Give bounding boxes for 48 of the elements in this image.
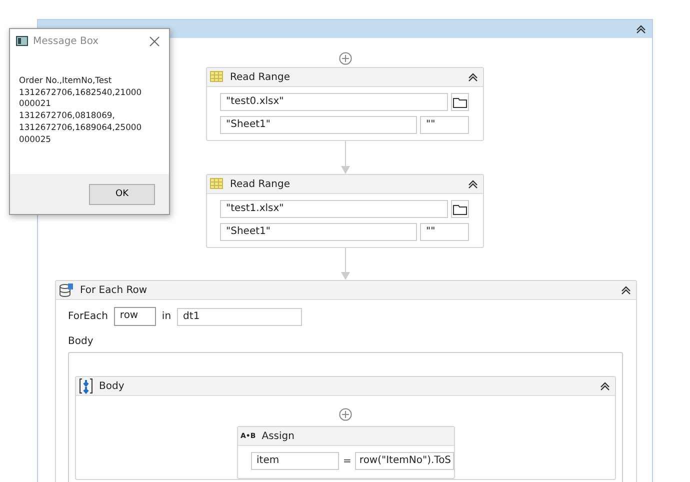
browse-button[interactable] xyxy=(451,200,469,218)
activity-card[interactable]: Read Range "test0.xlsx" "Sheet1" "" xyxy=(206,67,484,141)
activity-title: Read Range xyxy=(230,72,290,82)
add-icon[interactable] xyxy=(338,52,352,65)
input-field[interactable]: "test1.xlsx" xyxy=(220,200,448,218)
message-text: 1312672706,1689064,25000 xyxy=(19,122,143,134)
collapse-icon[interactable] xyxy=(468,180,478,188)
folder-icon xyxy=(453,96,467,108)
browse-button[interactable] xyxy=(451,93,469,111)
input-field[interactable]: item xyxy=(250,452,340,470)
collapse-icon[interactable] xyxy=(636,24,646,34)
folder-icon xyxy=(453,204,467,214)
add-icon[interactable] xyxy=(339,408,352,421)
activity-title: Read Range xyxy=(230,178,290,190)
message-text: 1312672706,1682540,21000 xyxy=(19,86,143,98)
activity-title: Assign xyxy=(262,430,294,442)
input-field[interactable]: "" xyxy=(420,223,469,241)
message-text: 1312672706,0818069, xyxy=(19,110,116,122)
arrow-icon xyxy=(340,141,350,174)
message-text: 000025 xyxy=(19,134,52,146)
collapse-icon[interactable] xyxy=(621,286,631,294)
input-field[interactable]: "test0.xlsx" xyxy=(220,93,448,111)
field-label: ForEach xyxy=(68,311,108,322)
collapse-icon[interactable] xyxy=(468,72,478,82)
close-icon[interactable] xyxy=(149,36,160,46)
activity-card[interactable]: Read Range "test1.xlsx" "Sheet1" "" xyxy=(206,174,484,248)
database-icon xyxy=(59,282,74,298)
dialog-title: Message Box xyxy=(33,36,99,46)
sequence-icon xyxy=(79,378,93,394)
field-label: in xyxy=(162,311,172,322)
spreadsheet-icon xyxy=(210,178,224,190)
input-field[interactable]: "Sheet1" xyxy=(220,116,417,134)
message-text: 000021 xyxy=(19,98,52,110)
input-field[interactable]: dt1 xyxy=(177,308,302,326)
arrow-icon xyxy=(340,248,350,280)
input-field[interactable]: row xyxy=(114,307,156,326)
input-field[interactable]: row("ItemNo").ToS xyxy=(355,452,454,470)
equals-sign: = xyxy=(343,456,352,466)
input-field[interactable]: "" xyxy=(420,116,469,134)
input-field[interactable]: "Sheet1" xyxy=(220,223,417,241)
activity-title: For Each Row xyxy=(80,284,148,296)
ok-button[interactable]: OK xyxy=(89,184,155,204)
collapse-icon[interactable] xyxy=(600,382,610,390)
section-label: Body xyxy=(68,336,94,347)
activity-title: Body xyxy=(99,380,124,392)
message-text: Order No.,ItemNo,Test xyxy=(19,75,113,87)
spreadsheet-icon xyxy=(210,71,224,83)
window-icon xyxy=(16,36,28,46)
